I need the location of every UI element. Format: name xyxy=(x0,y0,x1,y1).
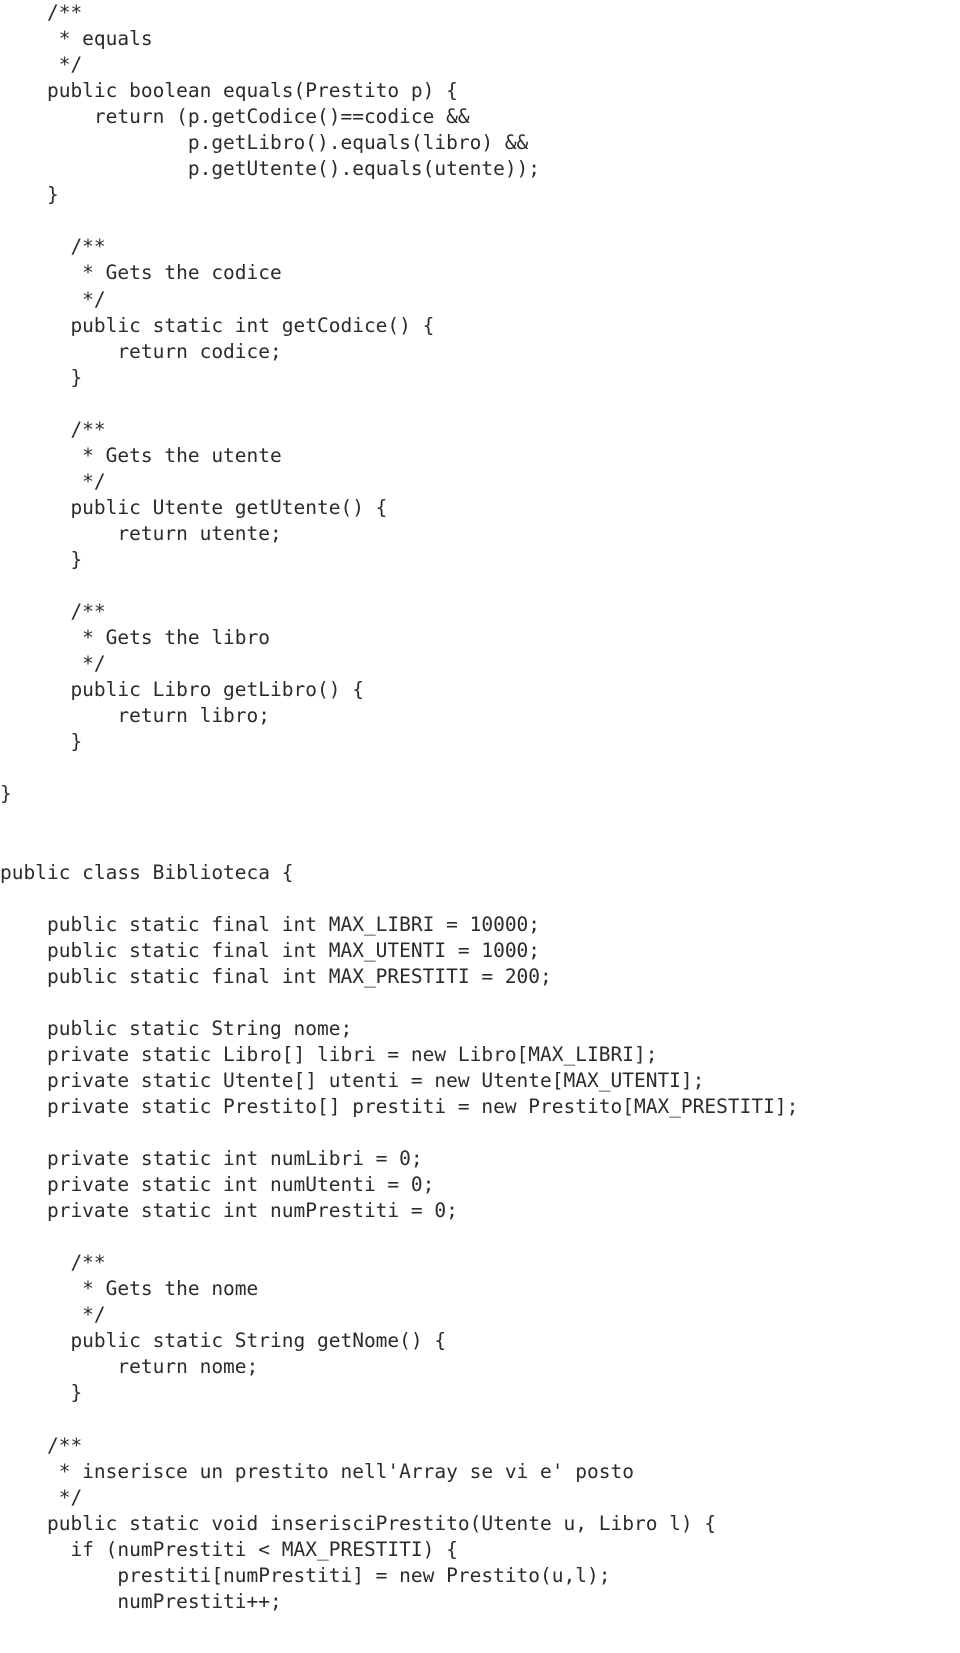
code-line: prestiti[numPrestiti] = new Prestito(u,l… xyxy=(0,1563,611,1587)
code-line: /** xyxy=(0,1,83,24)
code-line: * Gets the nome xyxy=(0,1277,259,1301)
code-line: /** xyxy=(0,417,106,441)
code-line: public static final int MAX_UTENTI = 100… xyxy=(0,938,541,962)
code-line: * Gets the libro xyxy=(0,626,271,650)
code-line: public static String getNome() { xyxy=(0,1329,447,1353)
code-line: private static int numUtenti = 0; xyxy=(0,1173,435,1197)
code-line: } xyxy=(0,365,83,389)
code-line: */ xyxy=(0,287,106,311)
code-line: private static Libro[] libri = new Libro… xyxy=(0,1042,658,1066)
code-line: * inserisce un prestito nell'Array se vi… xyxy=(0,1459,634,1483)
code-line: */ xyxy=(0,1485,83,1509)
code-line: private static Utente[] utenti = new Ute… xyxy=(0,1068,705,1092)
code-line: return codice; xyxy=(0,339,282,363)
code-line: if (numPrestiti < MAX_PRESTITI) { xyxy=(0,1537,458,1561)
code-line: } xyxy=(0,1381,83,1405)
code-line: return libro; xyxy=(0,704,271,728)
code-line: */ xyxy=(0,469,106,493)
code-line: return utente; xyxy=(0,521,282,545)
code-line: * Gets the utente xyxy=(0,443,282,467)
code-line: } xyxy=(0,547,83,571)
code-line: /** xyxy=(0,235,106,259)
document-page: /** * equals */ public boolean equals(Pr… xyxy=(0,0,960,1653)
code-line: public static final int MAX_LIBRI = 1000… xyxy=(0,912,541,936)
code-line: * equals xyxy=(0,27,153,51)
code-line: private static int numPrestiti = 0; xyxy=(0,1199,458,1223)
code-line: public class Biblioteca { xyxy=(0,860,294,884)
code-line: public static void inserisciPrestito(Ute… xyxy=(0,1511,717,1535)
code-line: } xyxy=(0,782,12,806)
code-line: */ xyxy=(0,652,106,676)
code-listing: /** * equals */ public boolean equals(Pr… xyxy=(0,0,960,1615)
code-line: return nome; xyxy=(0,1355,259,1379)
code-line: return (p.getCodice()==codice && xyxy=(0,105,470,129)
code-line: } xyxy=(0,730,83,754)
code-line: public boolean equals(Prestito p) { xyxy=(0,79,458,103)
code-line: public static final int MAX_PRESTITI = 2… xyxy=(0,964,552,988)
code-line: public static int getCodice() { xyxy=(0,313,435,337)
code-line: /** xyxy=(0,1251,106,1275)
code-line: /** xyxy=(0,1433,83,1457)
code-line: * Gets the codice xyxy=(0,261,282,285)
code-line: */ xyxy=(0,1303,106,1327)
code-line: public Libro getLibro() { xyxy=(0,678,364,702)
code-line: /** xyxy=(0,600,106,624)
code-line: private static int numLibri = 0; xyxy=(0,1147,423,1171)
code-line: } xyxy=(0,183,59,207)
code-line: p.getUtente().equals(utente)); xyxy=(0,157,541,181)
code-line: numPrestiti++; xyxy=(0,1589,282,1613)
code-line: public static String nome; xyxy=(0,1016,353,1040)
code-line: */ xyxy=(0,53,83,77)
code-line: public Utente getUtente() { xyxy=(0,495,388,519)
code-line: private static Prestito[] prestiti = new… xyxy=(0,1094,799,1118)
code-line: p.getLibro().equals(libro) && xyxy=(0,131,529,155)
